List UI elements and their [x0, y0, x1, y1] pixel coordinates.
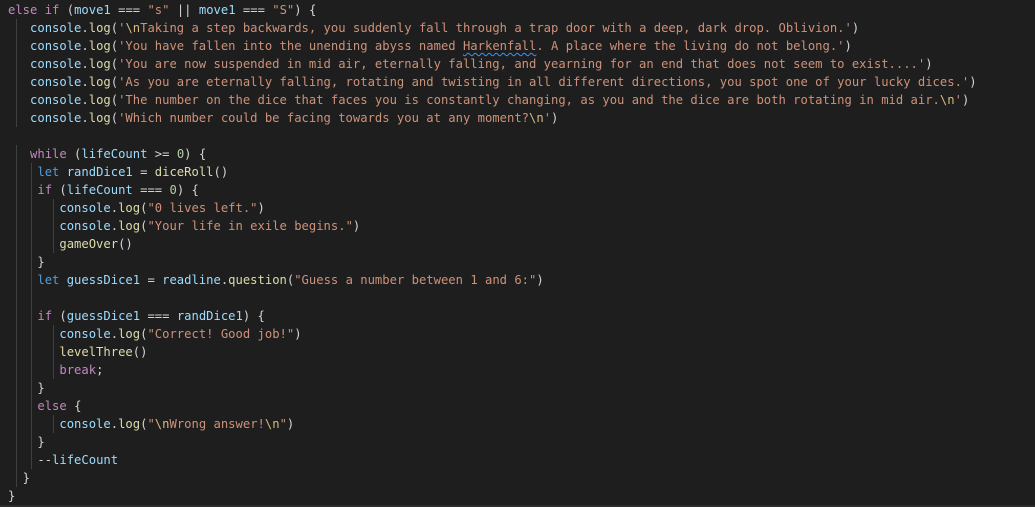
code-line[interactable]: console.log('As you are eternally fallin…: [30, 73, 977, 91]
code-line[interactable]: gameOver(): [59, 235, 132, 253]
code-line[interactable]: if (lifeCount === 0) {: [37, 181, 199, 199]
code-line[interactable]: else if (move1 === "s" || move1 === "S")…: [8, 1, 316, 19]
code-line[interactable]: }: [37, 253, 44, 271]
code-line[interactable]: console.log('The number on the dice that…: [30, 91, 969, 109]
code-line[interactable]: console.log('You have fallen into the un…: [30, 37, 852, 55]
code-line[interactable]: break;: [59, 361, 103, 379]
indent-guide: [53, 325, 54, 379]
code-editor[interactable]: else if (move1 === "s" || move1 === "S")…: [0, 0, 1035, 507]
code-line[interactable]: --lifeCount: [37, 451, 118, 469]
code-line[interactable]: console.log("\nWrong answer!\n"): [59, 415, 294, 433]
indent-guide: [16, 19, 17, 127]
indent-guide: [53, 415, 54, 433]
indent-guide: [16, 145, 17, 487]
code-line[interactable]: }: [37, 379, 44, 397]
code-line[interactable]: }: [37, 433, 44, 451]
indent-guide: [31, 163, 32, 469]
code-line[interactable]: }: [8, 487, 15, 505]
code-line[interactable]: levelThree(): [59, 343, 147, 361]
code-line[interactable]: else {: [37, 397, 81, 415]
spelling-squiggle[interactable]: Harkenfall: [463, 39, 536, 53]
code-line[interactable]: let randDice1 = diceRoll(): [37, 163, 228, 181]
code-line[interactable]: console.log("0 lives left."): [59, 199, 264, 217]
code-line[interactable]: console.log('\nTaking a step backwards, …: [30, 19, 859, 37]
code-line[interactable]: let guessDice1 = readline.question("Gues…: [37, 271, 543, 289]
code-line[interactable]: if (guessDice1 === randDice1) {: [37, 307, 265, 325]
code-line[interactable]: console.log('You are now suspended in mi…: [30, 55, 933, 73]
code-line[interactable]: console.log('Which number could be facin…: [30, 109, 558, 127]
code-line[interactable]: }: [23, 469, 30, 487]
code-line[interactable]: console.log("Your life in exile begins."…: [59, 217, 360, 235]
code-line[interactable]: console.log("Correct! Good job!"): [59, 325, 301, 343]
indent-guide: [53, 199, 54, 253]
code-line[interactable]: while (lifeCount >= 0) {: [30, 145, 206, 163]
